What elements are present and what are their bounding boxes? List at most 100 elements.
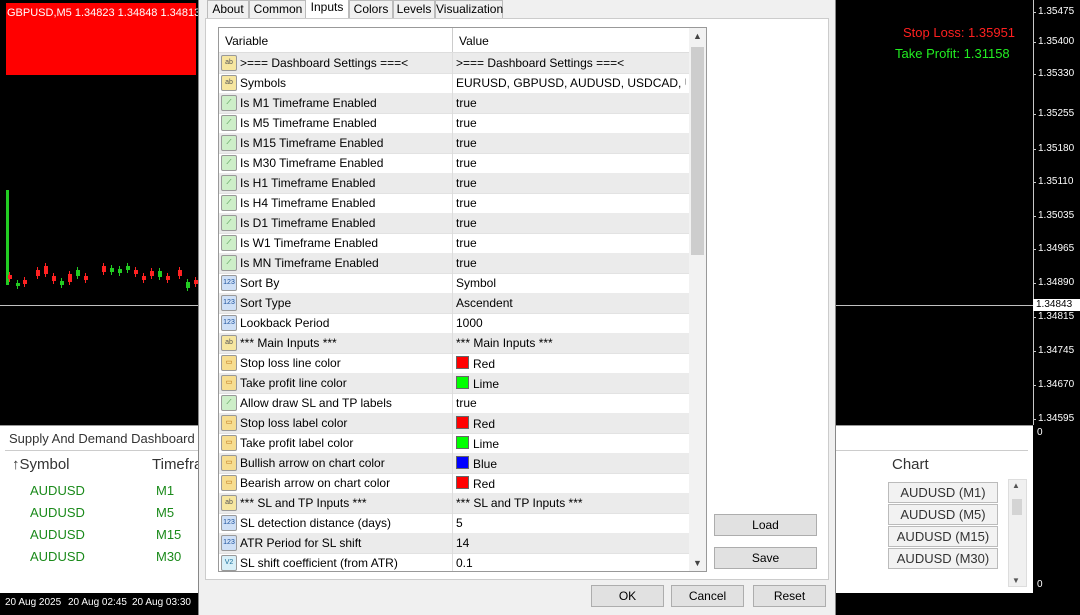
dashboard-scrollbar[interactable]: ▲ ▼ [1008, 479, 1027, 587]
tab-common[interactable]: Common [249, 0, 307, 18]
column-header-timeframe[interactable]: Timefra [152, 456, 202, 473]
string-type-icon: ab [221, 335, 237, 351]
color-type-icon: ▭ [221, 435, 237, 451]
column-header-symbol[interactable]: ↑Symbol [12, 456, 70, 473]
input-row[interactable]: ab Symbols EURUSD, GBPUSD, AUDUSD, USDCAD,… [219, 73, 689, 94]
input-row[interactable]: 123 ATR Period for SL shift 14 [219, 533, 689, 554]
input-variable-name: Take profit line color [240, 376, 347, 390]
tab-about[interactable]: About [207, 0, 249, 18]
input-row[interactable]: ⟋ Is MN Timeframe Enabled true [219, 253, 689, 274]
input-value[interactable]: Red [456, 356, 686, 371]
input-value[interactable]: true [456, 196, 686, 210]
input-value[interactable]: *** SL and TP Inputs *** [456, 496, 686, 510]
input-value[interactable]: Lime [456, 436, 686, 451]
price-tick: 1.35400 [1032, 36, 1075, 47]
input-row[interactable]: ▭ Bearish arrow on chart color Red [219, 473, 689, 494]
open-chart-button[interactable]: AUDUSD (M30) [888, 548, 998, 569]
input-value[interactable]: Symbol [456, 276, 686, 290]
input-value[interactable]: Ascendent [456, 296, 686, 310]
input-value[interactable]: true [456, 256, 686, 270]
save-button[interactable]: Save [714, 547, 817, 569]
input-row[interactable]: ⟋ Is D1 Timeframe Enabled true [219, 213, 689, 234]
tab-colors[interactable]: Colors [349, 0, 393, 18]
tab-inputs[interactable]: Inputs [305, 0, 349, 19]
input-row[interactable]: 123 Sort Type Ascendent [219, 293, 689, 314]
color-type-icon: ▭ [221, 415, 237, 431]
scroll-up-icon[interactable]: ▲ [1012, 481, 1020, 490]
price-tick: 1.35035 [1032, 210, 1075, 221]
input-value[interactable]: true [456, 116, 686, 130]
input-row[interactable]: ▭ Bullish arrow on chart color Blue [219, 453, 689, 474]
input-value[interactable]: 0.1 [456, 556, 686, 570]
reset-button[interactable]: Reset [753, 585, 826, 607]
cell-divider [452, 133, 453, 153]
input-value[interactable]: true [456, 156, 686, 170]
input-value[interactable]: true [456, 136, 686, 150]
input-row[interactable]: ab *** Main Inputs *** *** Main Inputs *** [219, 333, 689, 354]
color-type-icon: ▭ [221, 455, 237, 471]
input-row[interactable]: ▭ Stop loss line color Red [219, 353, 689, 374]
input-value[interactable]: Red [456, 476, 686, 491]
input-value[interactable]: Blue [456, 456, 686, 471]
grid-scrollbar[interactable]: ▲ ▼ [689, 28, 706, 571]
scroll-thumb[interactable] [1012, 499, 1022, 515]
input-row[interactable]: ⟋ Is H1 Timeframe Enabled true [219, 173, 689, 194]
input-value[interactable]: Red [456, 416, 686, 431]
cell-divider [452, 513, 453, 533]
scroll-down-icon[interactable]: ▼ [1012, 576, 1020, 585]
tab-visualization[interactable]: Visualization [435, 0, 503, 18]
input-value[interactable]: 1000 [456, 316, 686, 330]
input-row[interactable]: ⟋ Is M1 Timeframe Enabled true [219, 93, 689, 114]
input-value[interactable]: EURUSD, GBPUSD, AUDUSD, USDCAD, U... [456, 76, 686, 90]
input-row[interactable]: ⟋ Allow draw SL and TP labels true [219, 393, 689, 414]
time-tick: 20 Aug 2025 [5, 597, 62, 608]
input-row[interactable]: ▭ Stop loss label color Red [219, 413, 689, 434]
scroll-down-icon[interactable]: ▼ [693, 558, 702, 568]
input-row[interactable]: 123 Lookback Period 1000 [219, 313, 689, 334]
load-button[interactable]: Load [714, 514, 817, 536]
input-value[interactable]: 14 [456, 536, 686, 550]
input-row[interactable]: ab >=== Dashboard Settings ===< >=== Dashb… [219, 53, 689, 74]
scroll-up-icon[interactable]: ▲ [693, 31, 702, 41]
input-row[interactable]: ⟋ Is W1 Timeframe Enabled true [219, 233, 689, 254]
candle-body [150, 271, 154, 276]
input-value[interactable]: true [456, 396, 686, 410]
input-value[interactable]: true [456, 236, 686, 250]
input-row[interactable]: ▭ Take profit line color Lime [219, 373, 689, 394]
input-value[interactable]: true [456, 176, 686, 190]
input-row[interactable]: ⟋ Is H4 Timeframe Enabled true [219, 193, 689, 214]
input-row[interactable]: ▭ Take profit label color Lime [219, 433, 689, 454]
input-value[interactable]: 5 [456, 516, 686, 530]
price-tick: 1.34595 [1032, 413, 1075, 424]
input-value[interactable]: >=== Dashboard Settings ===< [456, 56, 686, 70]
input-variable-name: ATR Period for SL shift [240, 536, 362, 550]
cell-divider [452, 333, 453, 353]
input-row[interactable]: ab *** SL and TP Inputs *** *** SL and TP … [219, 493, 689, 514]
open-chart-button[interactable]: AUDUSD (M5) [888, 504, 998, 525]
cancel-button[interactable]: Cancel [671, 585, 744, 607]
scroll-thumb[interactable] [691, 47, 704, 255]
column-header-variable[interactable]: Variable [225, 34, 268, 48]
input-value[interactable]: true [456, 216, 686, 230]
input-row[interactable]: ⟋ Is M15 Timeframe Enabled true [219, 133, 689, 154]
cell-divider [452, 353, 453, 373]
column-header-value[interactable]: Value [459, 34, 489, 48]
ok-button[interactable]: OK [591, 585, 664, 607]
input-value[interactable]: true [456, 96, 686, 110]
time-tick: 20 Aug 03:30 [132, 597, 191, 608]
row-symbol: AUDUSD [30, 483, 85, 498]
cell-divider [452, 153, 453, 173]
open-chart-button[interactable]: AUDUSD (M15) [888, 526, 998, 547]
tab-levels[interactable]: Levels [393, 0, 435, 18]
input-row[interactable]: 123 Sort By Symbol [219, 273, 689, 294]
price-tick: 1.34745 [1032, 345, 1075, 356]
input-value[interactable]: *** Main Inputs *** [456, 336, 686, 350]
input-row[interactable]: V2 SL shift coefficient (from ATR) 0.1 [219, 553, 689, 571]
input-row[interactable]: ⟋ Is M30 Timeframe Enabled true [219, 153, 689, 174]
open-chart-button[interactable]: AUDUSD (M1) [888, 482, 998, 503]
input-value[interactable]: Lime [456, 376, 686, 391]
color-type-icon: ▭ [221, 355, 237, 371]
input-row[interactable]: ⟋ Is M5 Timeframe Enabled true [219, 113, 689, 134]
input-row[interactable]: 123 SL detection distance (days) 5 [219, 513, 689, 534]
column-divider[interactable] [452, 28, 453, 52]
